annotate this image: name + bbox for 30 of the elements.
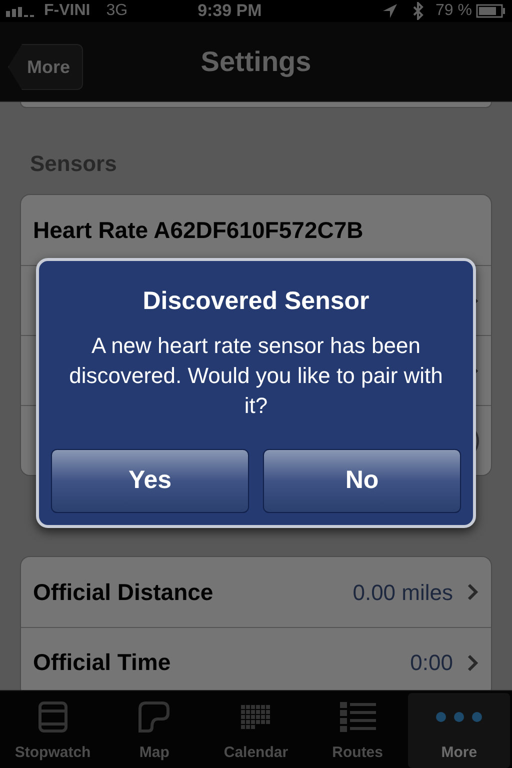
alert-message: A new heart rate sensor has been discovered. Would you like to pair with it?	[68, 332, 444, 420]
tab[interactable]: Map	[104, 693, 206, 768]
row-value: 0:00	[410, 649, 453, 677]
clock-time: 9:39 PM	[198, 0, 262, 22]
map-icon	[138, 701, 170, 734]
row-label: Heart Rate A62DF610F572C7B	[33, 216, 364, 245]
tab[interactable]: Stopwatch	[2, 693, 104, 768]
alert-title: Discovered Sensor	[142, 286, 370, 317]
stopwatch-icon	[38, 701, 68, 734]
tab[interactable]: Routes	[306, 693, 408, 768]
list-icon	[338, 701, 377, 734]
chevron-icon	[467, 654, 479, 672]
alert-button[interactable]: No	[263, 449, 461, 513]
carrier-name: F-VINI	[44, 1, 90, 21]
battery-percent: 79 %	[436, 1, 472, 21]
location-arrow-icon	[382, 3, 398, 19]
network-type: 3G	[106, 1, 128, 21]
window-title: Settings	[200, 44, 312, 79]
tab[interactable]: More	[408, 693, 510, 768]
row-label: Official Time	[33, 648, 171, 678]
tab[interactable]: Calendar	[205, 693, 307, 768]
back-button[interactable]: More	[8, 44, 84, 90]
row-value: 0.00 miles	[352, 578, 453, 606]
more-icon	[435, 711, 484, 724]
row-label: Official Distance	[33, 578, 214, 607]
calendar-icon	[240, 704, 272, 730]
bluetooth-icon	[412, 2, 424, 20]
battery-icon	[476, 4, 506, 18]
chevron-icon	[467, 583, 479, 601]
alert-button[interactable]: Yes	[51, 449, 249, 513]
